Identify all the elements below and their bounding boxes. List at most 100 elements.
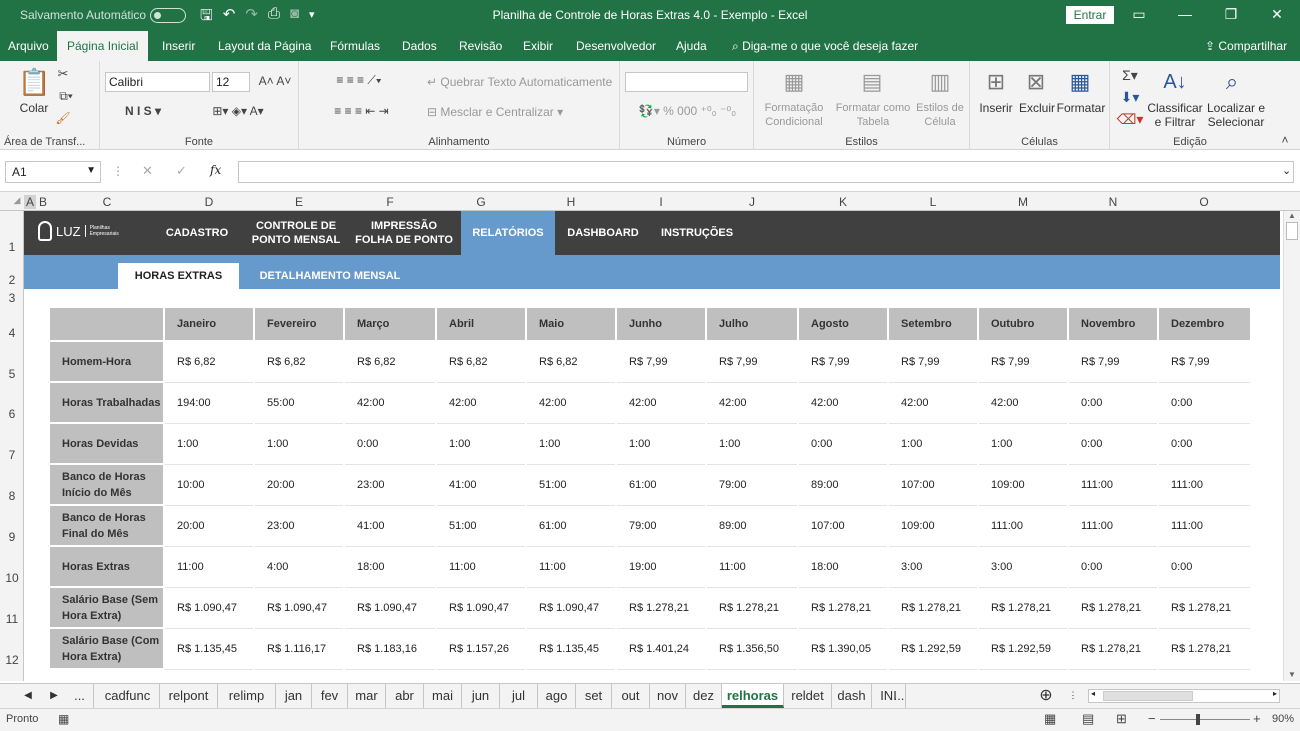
share-button[interactable]: ⇪ Compartilhar [1205, 31, 1287, 61]
column-header[interactable]: I [616, 195, 706, 209]
table-cell[interactable]: 107:00 [889, 465, 977, 506]
table-cell[interactable]: 19:00 [617, 547, 705, 588]
subtab-detalhamento[interactable]: DETALHAMENTO MENSAL [249, 263, 411, 289]
tab-revisao[interactable]: Revisão [459, 31, 502, 61]
table-cell[interactable]: 0:00 [799, 424, 887, 465]
signin-button[interactable]: Entrar [1066, 6, 1114, 24]
sheet-tab[interactable]: dash [832, 684, 872, 708]
table-cell[interactable]: 109:00 [889, 506, 977, 547]
table-cell[interactable]: 23:00 [345, 465, 435, 506]
sheet-tab[interactable]: relhoras [722, 684, 784, 708]
tell-me-search[interactable]: ⌕ Diga-me o que você deseja fazer [732, 31, 918, 61]
sheet-tab[interactable]: jun [462, 684, 500, 708]
table-cell[interactable]: 1:00 [707, 424, 797, 465]
table-cell[interactable]: R$ 1.157,26 [437, 629, 525, 670]
column-header[interactable]: K [798, 195, 888, 209]
subtab-horas-extras[interactable]: HORAS EXTRAS [118, 263, 239, 289]
font-size-select[interactable]: 12 [212, 72, 250, 92]
table-cell[interactable]: 42:00 [707, 383, 797, 424]
page-layout-view-icon[interactable]: ▤ [1082, 711, 1094, 727]
column-header[interactable]: M [978, 195, 1068, 209]
sheet-tab[interactable]: reldet [784, 684, 832, 708]
table-cell[interactable]: 1:00 [889, 424, 977, 465]
table-cell[interactable]: 0:00 [1159, 547, 1250, 588]
tab-exibir[interactable]: Exibir [523, 31, 553, 61]
border-fill-color-icon[interactable]: ⊞▾ ◈▾ A▾ [188, 104, 288, 118]
expand-formula-icon[interactable]: ⌄ [1282, 164, 1291, 177]
table-cell[interactable]: 20:00 [165, 506, 253, 547]
table-cell[interactable]: R$ 7,99 [1159, 342, 1250, 383]
sheet-tab[interactable]: jan [276, 684, 312, 708]
horizontal-scrollbar[interactable]: ◂ ▸ [1088, 689, 1280, 703]
table-cell[interactable]: R$ 1.278,21 [617, 588, 705, 629]
zoom-slider-thumb[interactable] [1196, 714, 1200, 725]
table-cell[interactable]: 11:00 [165, 547, 253, 588]
tab-desenvolvedor[interactable]: Desenvolvedor [576, 31, 656, 61]
conditional-format-button[interactable]: Formatação Condicional [758, 101, 830, 129]
nav-dashboard[interactable]: DASHBOARD [564, 211, 642, 255]
table-cell[interactable]: R$ 1.135,45 [165, 629, 253, 670]
tab-layout[interactable]: Layout da Página [218, 31, 311, 61]
scroll-up-icon[interactable]: ▲ [1288, 211, 1296, 220]
sheet-tab[interactable]: out [612, 684, 650, 708]
nav-relatorios[interactable]: RELATÓRIOS [461, 211, 555, 255]
nav-impressao[interactable]: IMPRESSÃO FOLHA DE PONTO [354, 211, 454, 255]
table-cell[interactable]: 11:00 [707, 547, 797, 588]
table-cell[interactable]: 1:00 [255, 424, 343, 465]
table-cell[interactable]: R$ 1.278,21 [889, 588, 977, 629]
column-header[interactable]: A [24, 195, 36, 209]
collapse-ribbon-icon[interactable]: ˄ [1278, 133, 1292, 147]
row-header[interactable]: 9 [0, 530, 24, 544]
tab-dados[interactable]: Dados [402, 31, 437, 61]
table-cell[interactable]: 42:00 [617, 383, 705, 424]
table-cell[interactable]: 89:00 [799, 465, 887, 506]
table-cell[interactable]: R$ 1.116,17 [255, 629, 343, 670]
scroll-right-icon[interactable]: ▸ [1273, 689, 1277, 698]
bold-italic-underline-icon[interactable]: N I S ▾ [108, 104, 178, 118]
table-cell[interactable]: R$ 7,99 [707, 342, 797, 383]
cut-icon[interactable]: ✂ [55, 67, 71, 81]
horizontal-align-icon[interactable]: ≡ ≡ ≡ ⇤ ⇥ [304, 104, 419, 118]
table-cell[interactable]: 20:00 [255, 465, 343, 506]
table-cell[interactable]: 10:00 [165, 465, 253, 506]
insert-cells-button[interactable]: Inserir [975, 101, 1017, 115]
format-painter-icon[interactable]: 🖌 [55, 111, 71, 125]
table-cell[interactable]: 51:00 [437, 506, 525, 547]
number-format-icons[interactable]: 💱▾ % 000 ⁺⁰₀ ⁻⁰₀ [625, 104, 750, 118]
scroll-thumb[interactable] [1286, 222, 1298, 240]
sheet-tab[interactable]: relimp [218, 684, 276, 708]
table-cell[interactable]: 107:00 [799, 506, 887, 547]
format-table-button[interactable]: Formatar como Tabela [832, 101, 914, 129]
table-cell[interactable]: R$ 1.183,16 [345, 629, 435, 670]
table-cell[interactable]: 111:00 [1069, 465, 1157, 506]
nav-controle-ponto[interactable]: CONTROLE DE PONTO MENSAL [250, 211, 342, 255]
enter-icon[interactable]: ✓ [176, 163, 187, 179]
select-all-icon[interactable]: ◢ [10, 195, 24, 206]
table-cell[interactable]: 61:00 [617, 465, 705, 506]
format-cells-button[interactable]: Formatar [1056, 101, 1106, 115]
zoom-out-icon[interactable]: − [1148, 711, 1156, 726]
row-header[interactable]: 3 [0, 291, 24, 305]
next-sheet-icon[interactable]: ▶ [40, 684, 68, 708]
sheet-tab[interactable]: cadfunc [96, 684, 160, 708]
table-cell[interactable]: R$ 7,99 [617, 342, 705, 383]
font-name-select[interactable]: Calibri [105, 72, 210, 92]
table-cell[interactable]: 0:00 [1159, 424, 1250, 465]
row-header[interactable]: 10 [0, 571, 24, 585]
prev-sheet-icon[interactable]: ◀ [14, 684, 42, 708]
table-cell[interactable]: R$ 1.278,21 [799, 588, 887, 629]
autosum-icon[interactable]: Σ▾ [1115, 65, 1145, 85]
column-header[interactable]: B [36, 195, 50, 209]
table-cell[interactable]: 4:00 [255, 547, 343, 588]
table-cell[interactable]: 109:00 [979, 465, 1067, 506]
font-grow-shrink-icon[interactable]: A˄ A˅ [255, 74, 295, 88]
table-cell[interactable]: R$ 6,82 [437, 342, 525, 383]
table-cell[interactable]: R$ 1.356,50 [707, 629, 797, 670]
sheet-tab[interactable]: abr [386, 684, 424, 708]
sheet-tab[interactable]: fev [312, 684, 348, 708]
tab-formulas[interactable]: Fórmulas [330, 31, 380, 61]
table-cell[interactable]: 42:00 [889, 383, 977, 424]
minimize-icon[interactable]: — [1162, 0, 1208, 31]
table-cell[interactable]: 61:00 [527, 506, 615, 547]
table-cell[interactable]: R$ 7,99 [889, 342, 977, 383]
